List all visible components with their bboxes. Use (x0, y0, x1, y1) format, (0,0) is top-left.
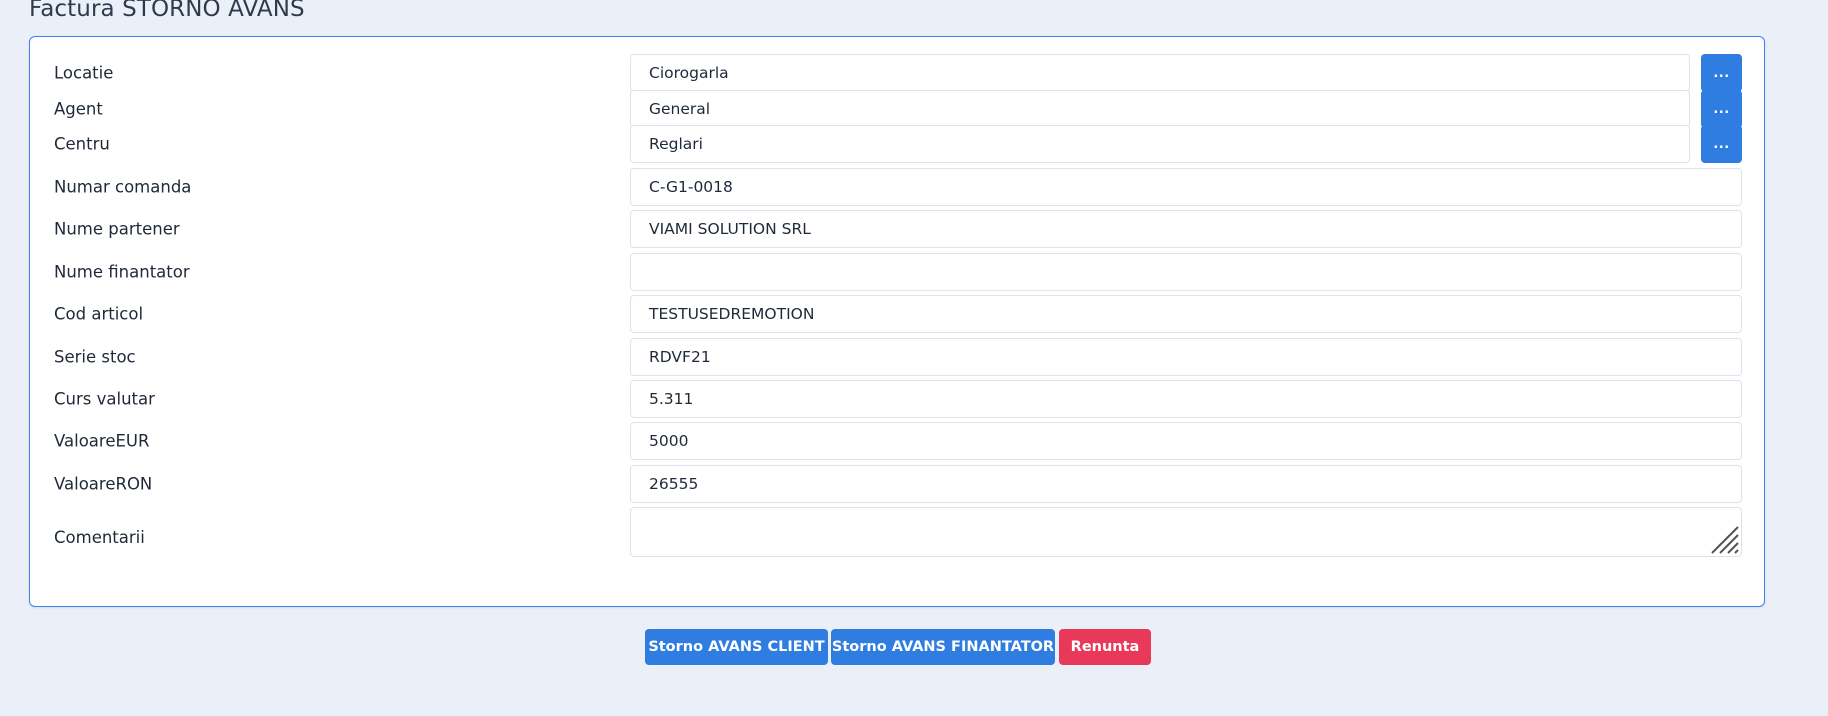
valoare-eur-label: ValoareEUR (54, 431, 150, 451)
form-row-locatie: Locatie Ciorogarla ... (30, 54, 1764, 92)
agent-lookup-button[interactable]: ... (1701, 90, 1742, 128)
centru-input[interactable]: Reglari (630, 125, 1690, 163)
nume-finantator-label: Nume finantator (54, 262, 190, 282)
nume-finantator-input[interactable] (630, 253, 1742, 291)
storno-avans-client-button[interactable]: Storno AVANS CLIENT (645, 629, 828, 665)
nume-partener-input[interactable]: VIAMI SOLUTION SRL (630, 210, 1742, 248)
numar-comanda-label: Numar comanda (54, 177, 192, 197)
valoare-ron-input[interactable]: 26555 (630, 465, 1742, 503)
form-row-cod-articol: Cod articol TESTUSEDREMOTION (30, 295, 1764, 333)
form-row-comentarii: Comentarii (30, 507, 1764, 579)
cod-articol-label: Cod articol (54, 304, 144, 324)
nume-partener-label: Nume partener (54, 219, 180, 239)
valoare-ron-label: ValoareRON (54, 474, 153, 494)
storno-avans-finantator-button[interactable]: Storno AVANS FINANTATOR (831, 629, 1055, 665)
curs-valutar-label: Curs valutar (54, 389, 155, 409)
form-row-valoare-eur: ValoareEUR 5000 (30, 422, 1764, 460)
form-row-centru: Centru Reglari ... (30, 125, 1764, 163)
form-row-valoare-ron: ValoareRON 26555 (30, 465, 1764, 503)
serie-stoc-input[interactable]: RDVF21 (630, 338, 1742, 376)
valoare-eur-input[interactable]: 5000 (630, 422, 1742, 460)
form-row-nume-partener: Nume partener VIAMI SOLUTION SRL (30, 210, 1764, 248)
locatie-label: Locatie (54, 63, 114, 83)
form-row-nume-finantator: Nume finantator (30, 253, 1764, 291)
curs-valutar-input[interactable]: 5.311 (630, 380, 1742, 418)
form-row-agent: Agent General ... (30, 90, 1764, 128)
form-row-numar-comanda: Numar comanda C-G1-0018 (30, 168, 1764, 206)
locatie-lookup-button[interactable]: ... (1701, 54, 1742, 92)
serie-stoc-label: Serie stoc (54, 347, 136, 367)
form-actions: Storno AVANS CLIENT Storno AVANS FINANTA… (0, 629, 1828, 665)
agent-input[interactable]: General (630, 90, 1690, 128)
locatie-input[interactable]: Ciorogarla (630, 54, 1690, 92)
invoice-form-card: Locatie Ciorogarla ... Agent General ...… (29, 36, 1765, 607)
agent-label: Agent (54, 99, 103, 119)
comentarii-label: Comentarii (54, 528, 145, 547)
centru-lookup-button[interactable]: ... (1701, 125, 1742, 163)
form-row-curs-valutar: Curs valutar 5.311 (30, 380, 1764, 418)
centru-label: Centru (54, 134, 110, 154)
cod-articol-input[interactable]: TESTUSEDREMOTION (630, 295, 1742, 333)
renunta-button[interactable]: Renunta (1059, 629, 1151, 665)
page-title: Factura STORNO AVANS (29, 0, 305, 22)
numar-comanda-input[interactable]: C-G1-0018 (630, 168, 1742, 206)
form-row-serie-stoc: Serie stoc RDVF21 (30, 338, 1764, 376)
comentarii-textarea[interactable] (630, 507, 1742, 557)
textarea-resize-grip-icon[interactable] (1710, 525, 1740, 555)
